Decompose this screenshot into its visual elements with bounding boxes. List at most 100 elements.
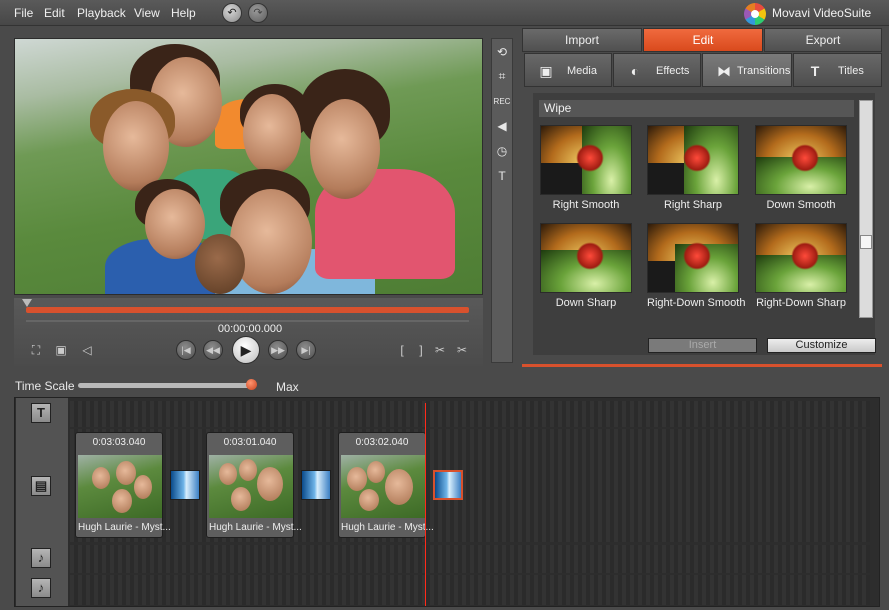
insert-button[interactable]: Insert <box>648 338 757 353</box>
timeline-clip[interactable]: 0:03:03.040 Hugh Laurie - Myst... <box>75 432 171 538</box>
volume-icon[interactable]: ◀ <box>493 117 511 135</box>
transition-item[interactable]: Right Sharp <box>647 125 739 211</box>
track-headers <box>16 398 68 606</box>
clock-icon[interactable]: ◷ <box>493 142 511 160</box>
transition-label: Right-Down Smooth <box>647 297 746 309</box>
skip-start-icon: |◀ <box>181 345 191 355</box>
timecode-display: 00:00:00.000 <box>217 323 283 335</box>
audio-track[interactable] <box>70 575 870 605</box>
undo-icon: ↶ <box>227 7 237 19</box>
aspect-icon[interactable]: ▣ <box>54 343 68 357</box>
clip-name: Hugh Laurie - Myst... <box>78 522 171 533</box>
timeline-playhead[interactable] <box>425 403 426 606</box>
mark-out-icon[interactable]: ] <box>414 343 428 357</box>
transitions-scrollbar[interactable] <box>859 100 873 318</box>
tab-edit[interactable]: Edit <box>643 28 763 52</box>
progress-bar[interactable] <box>26 307 469 313</box>
audio-track[interactable] <box>70 545 870 573</box>
record-button[interactable]: REC <box>493 93 511 111</box>
subtab-effects[interactable]: ◐ Effects <box>613 53 701 87</box>
fast-forward-icon: ▶▶ <box>271 345 285 355</box>
time-scale-label: Time Scale <box>15 379 75 393</box>
transition-label: Right Smooth <box>552 199 620 211</box>
transition-label: Right Sharp <box>663 199 723 211</box>
clip-name: Hugh Laurie - Myst... <box>209 522 302 533</box>
clip-thumbnail <box>209 455 293 518</box>
subtab-titles[interactable]: T Titles <box>793 53 882 87</box>
cut-icon[interactable]: ✂ <box>455 343 469 357</box>
menu-bar: File Edit Playback View Help ↶ ↷ Movavi … <box>0 0 889 26</box>
customize-button[interactable]: Customize <box>767 338 876 353</box>
text-track[interactable] <box>70 401 870 427</box>
transition-label: Down Smooth <box>766 199 836 211</box>
titles-icon: T <box>810 63 820 79</box>
scrollbar-thumb[interactable] <box>860 235 872 249</box>
play-icon: ▶ <box>240 342 252 358</box>
split-icon[interactable]: ✂ <box>433 343 447 357</box>
tab-import[interactable]: Import <box>522 28 642 52</box>
transition-thumbnail <box>647 125 739 195</box>
fast-forward-button[interactable]: ▶▶ <box>268 340 288 360</box>
tab-export[interactable]: Export <box>764 28 882 52</box>
transition-thumbnail <box>540 125 632 195</box>
music-track-icon[interactable]: ♪ <box>31 578 51 598</box>
preview-image <box>15 39 482 294</box>
transition-thumbnail <box>755 125 847 195</box>
rotate-icon[interactable]: ⟲ <box>493 43 511 61</box>
transition-item[interactable]: Right-Down Sharp <box>755 223 847 309</box>
time-scale-knob[interactable] <box>246 379 257 390</box>
timeline-clip[interactable]: 0:03:02.040 Hugh Laurie - Myst... <box>338 432 434 538</box>
rewind-icon: ◀◀ <box>206 345 220 355</box>
skip-end-button[interactable]: ▶| <box>296 340 316 360</box>
transition-label: Right-Down Sharp <box>756 297 846 309</box>
clip-duration: 0:03:01.040 <box>223 437 277 448</box>
menu-edit[interactable]: Edit <box>44 6 65 20</box>
transition-thumbnail <box>540 223 632 293</box>
transition-label: Down Sharp <box>555 297 617 309</box>
menu-playback[interactable]: Playback <box>77 6 126 20</box>
media-icon: ▣ <box>539 63 553 79</box>
panel-accent-rule <box>522 364 882 367</box>
skip-end-icon: ▶| <box>301 345 311 355</box>
crop-icon[interactable]: ⌗ <box>493 67 511 85</box>
redo-icon: ↷ <box>253 7 263 19</box>
redo-button[interactable]: ↷ <box>248 3 268 23</box>
transition-item[interactable]: Right Smooth <box>540 125 632 211</box>
menu-view[interactable]: View <box>134 6 160 20</box>
progress-thumb[interactable] <box>22 299 32 307</box>
menu-file[interactable]: File <box>14 6 33 20</box>
transition-thumbnail <box>647 223 739 293</box>
rewind-button[interactable]: ◀◀ <box>203 340 223 360</box>
mark-in-icon[interactable]: [ <box>395 343 409 357</box>
subtab-media[interactable]: ▣ Media <box>524 53 612 87</box>
effects-icon: ◐ <box>630 63 640 79</box>
speaker-icon[interactable]: ◁ <box>80 343 94 357</box>
music-track-icon[interactable]: ♪ <box>31 548 51 568</box>
transition-thumbnail <box>755 223 847 293</box>
transition-group-header: Wipe <box>539 100 854 117</box>
fullscreen-icon[interactable]: ⛶ <box>29 343 43 357</box>
play-button[interactable]: ▶ <box>232 336 260 364</box>
text-track-icon[interactable]: T <box>31 403 51 423</box>
clip-thumbnail <box>341 455 425 518</box>
transition-chip-selected[interactable] <box>433 470 463 500</box>
timeline-clip[interactable]: 0:03:01.040 Hugh Laurie - Myst... <box>206 432 302 538</box>
transition-chip[interactable] <box>170 470 200 500</box>
transition-item[interactable]: Down Smooth <box>755 125 847 211</box>
time-scale-slider[interactable] <box>78 383 254 388</box>
film-track-icon[interactable]: ▤ <box>31 476 51 496</box>
transition-item[interactable]: Down Sharp <box>540 223 632 309</box>
undo-button[interactable]: ↶ <box>222 3 242 23</box>
preview-toolbar: ⟲ ⌗ REC ◀ ◷ T <box>491 38 513 363</box>
subtab-effects-label: Effects <box>656 65 690 77</box>
transition-chip[interactable] <box>301 470 331 500</box>
transition-item[interactable]: Right-Down Smooth <box>647 223 746 309</box>
clip-duration: 0:03:03.040 <box>92 437 146 448</box>
menu-help[interactable]: Help <box>171 6 196 20</box>
clip-duration: 0:03:02.040 <box>355 437 409 448</box>
subtab-transitions[interactable]: ⧓ Transitions <box>702 53 792 87</box>
text-tool-button[interactable]: T <box>493 167 511 185</box>
seek-track[interactable] <box>26 320 469 322</box>
skip-start-button[interactable]: |◀ <box>176 340 196 360</box>
video-preview <box>14 38 483 295</box>
